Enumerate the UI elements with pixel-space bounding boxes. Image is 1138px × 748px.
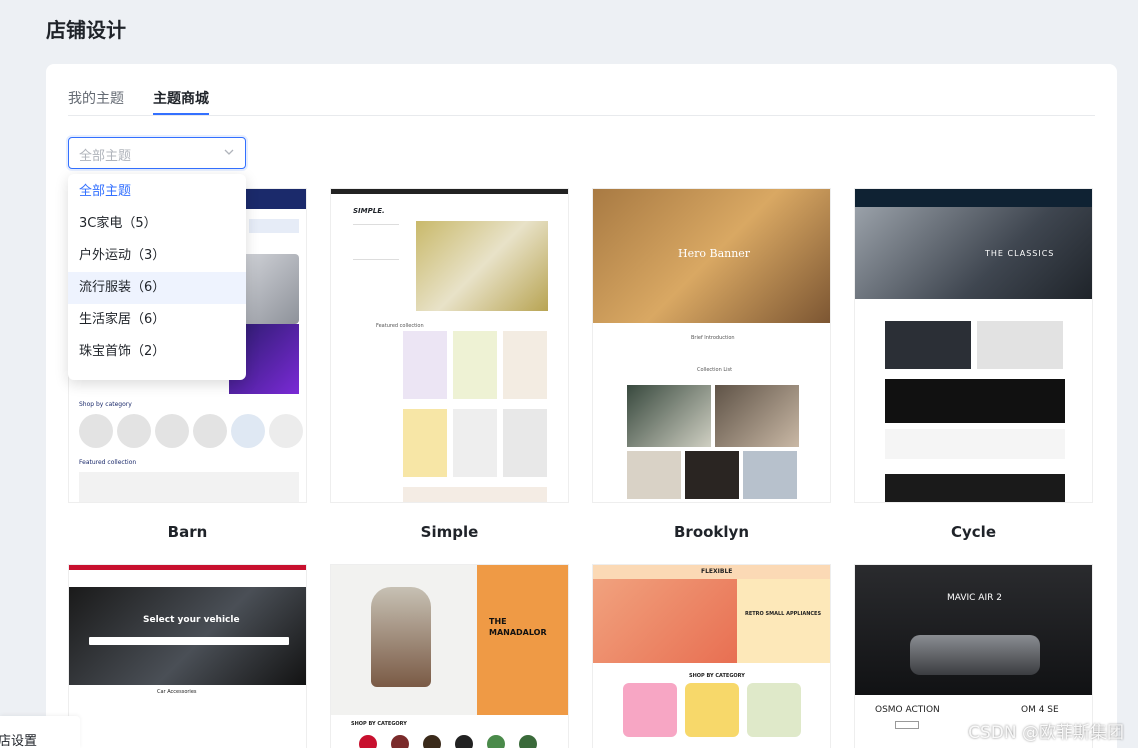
theme-name: Brooklyn: [673, 523, 749, 541]
store-settings-bar[interactable]: 店设置: [0, 716, 80, 748]
barn-section-featured: Featured collection: [79, 459, 137, 466]
select-placeholder: 全部主题: [79, 149, 132, 164]
brooklyn-intro: Brief Introduction: [691, 335, 735, 341]
theme-name: Cycle: [951, 523, 996, 541]
theme-name: Simple: [420, 523, 479, 541]
barn-section-shop: Shop by category: [79, 401, 132, 408]
brooklyn-list: Collection List: [697, 367, 733, 373]
simple-section: Featured collection: [376, 323, 424, 329]
manadalor-hero-line2: MANADALOR: [489, 628, 547, 637]
drone-item2: OM 4 SE: [1021, 705, 1059, 715]
theme-card-cycle[interactable]: THE CLASSICS Cycle: [854, 188, 1093, 541]
theme-preview-auto[interactable]: Select your vehicle Car Accessories: [68, 564, 307, 748]
theme-name: Barn: [167, 523, 208, 541]
watermark: CSDN @欧菲斯集团: [968, 723, 1124, 743]
dropdown-option-home[interactable]: 生活家居（6）: [68, 304, 246, 336]
theme-preview-simple[interactable]: SIMPLE. Featured collection: [330, 188, 569, 503]
tab-theme-store[interactable]: 主题商城: [153, 88, 209, 115]
theme-preview-flexible[interactable]: FLEXIBLE RETRO SMALL APPLIANCES SHOP BY …: [592, 564, 831, 748]
theme-tabs: 我的主题 主题商城: [68, 86, 1095, 116]
dropdown-option-jewelry[interactable]: 珠宝首饰（2）: [68, 336, 246, 368]
dropdown-option-all[interactable]: 全部主题: [68, 176, 246, 208]
theme-panel: 我的主题 主题商城 全部主题 全部主题 3C家电（5） 户外运动（3） 流行服装…: [46, 64, 1117, 748]
category-dropdown: 全部主题 3C家电（5） 户外运动（3） 流行服装（6） 生活家居（6） 珠宝首…: [68, 174, 246, 380]
theme-preview-brooklyn[interactable]: Hero Banner Brief Introduction Collectio…: [592, 188, 831, 503]
theme-card-brooklyn[interactable]: Hero Banner Brief Introduction Collectio…: [592, 188, 831, 541]
theme-card-simple[interactable]: SIMPLE. Featured collection Simple: [330, 188, 569, 541]
drone-hero: MAVIC AIR 2: [947, 593, 1002, 603]
manadalor-section: SHOP BY CATEGORY: [351, 721, 407, 727]
theme-preview-cycle[interactable]: THE CLASSICS: [854, 188, 1093, 503]
chevron-down-icon: [224, 149, 234, 155]
tab-my-themes[interactable]: 我的主题: [68, 88, 124, 108]
theme-preview-manadalor[interactable]: THE MANADALOR SHOP BY CATEGORY: [330, 564, 569, 748]
theme-category-select[interactable]: 全部主题: [68, 137, 246, 169]
theme-card-auto[interactable]: Select your vehicle Car Accessories: [68, 564, 307, 748]
brooklyn-hero: Hero Banner: [678, 247, 751, 260]
theme-card-manadalor[interactable]: THE MANADALOR SHOP BY CATEGORY: [330, 564, 569, 748]
auto-section: Car Accessories: [157, 689, 197, 695]
cycle-hero: THE CLASSICS: [985, 249, 1055, 258]
theme-card-flexible[interactable]: FLEXIBLE RETRO SMALL APPLIANCES SHOP BY …: [592, 564, 831, 748]
dropdown-option-fashion[interactable]: 流行服装（6）: [68, 272, 246, 304]
drone-item1: OSMO ACTION: [875, 705, 940, 715]
store-settings-label: 店设置: [0, 734, 38, 748]
auto-hero: Select your vehicle: [143, 615, 240, 625]
simple-logo: SIMPLE.: [353, 207, 385, 215]
dropdown-option-3c[interactable]: 3C家电（5）: [68, 208, 246, 240]
manadalor-hero-line1: THE: [489, 617, 507, 626]
dropdown-option-outdoor[interactable]: 户外运动（3）: [68, 240, 246, 272]
flexible-section: SHOP BY CATEGORY: [689, 673, 745, 679]
flexible-brand: FLEXIBLE: [701, 568, 733, 575]
page-title: 店铺设计: [46, 18, 126, 42]
flexible-hero: RETRO SMALL APPLIANCES: [745, 611, 822, 617]
